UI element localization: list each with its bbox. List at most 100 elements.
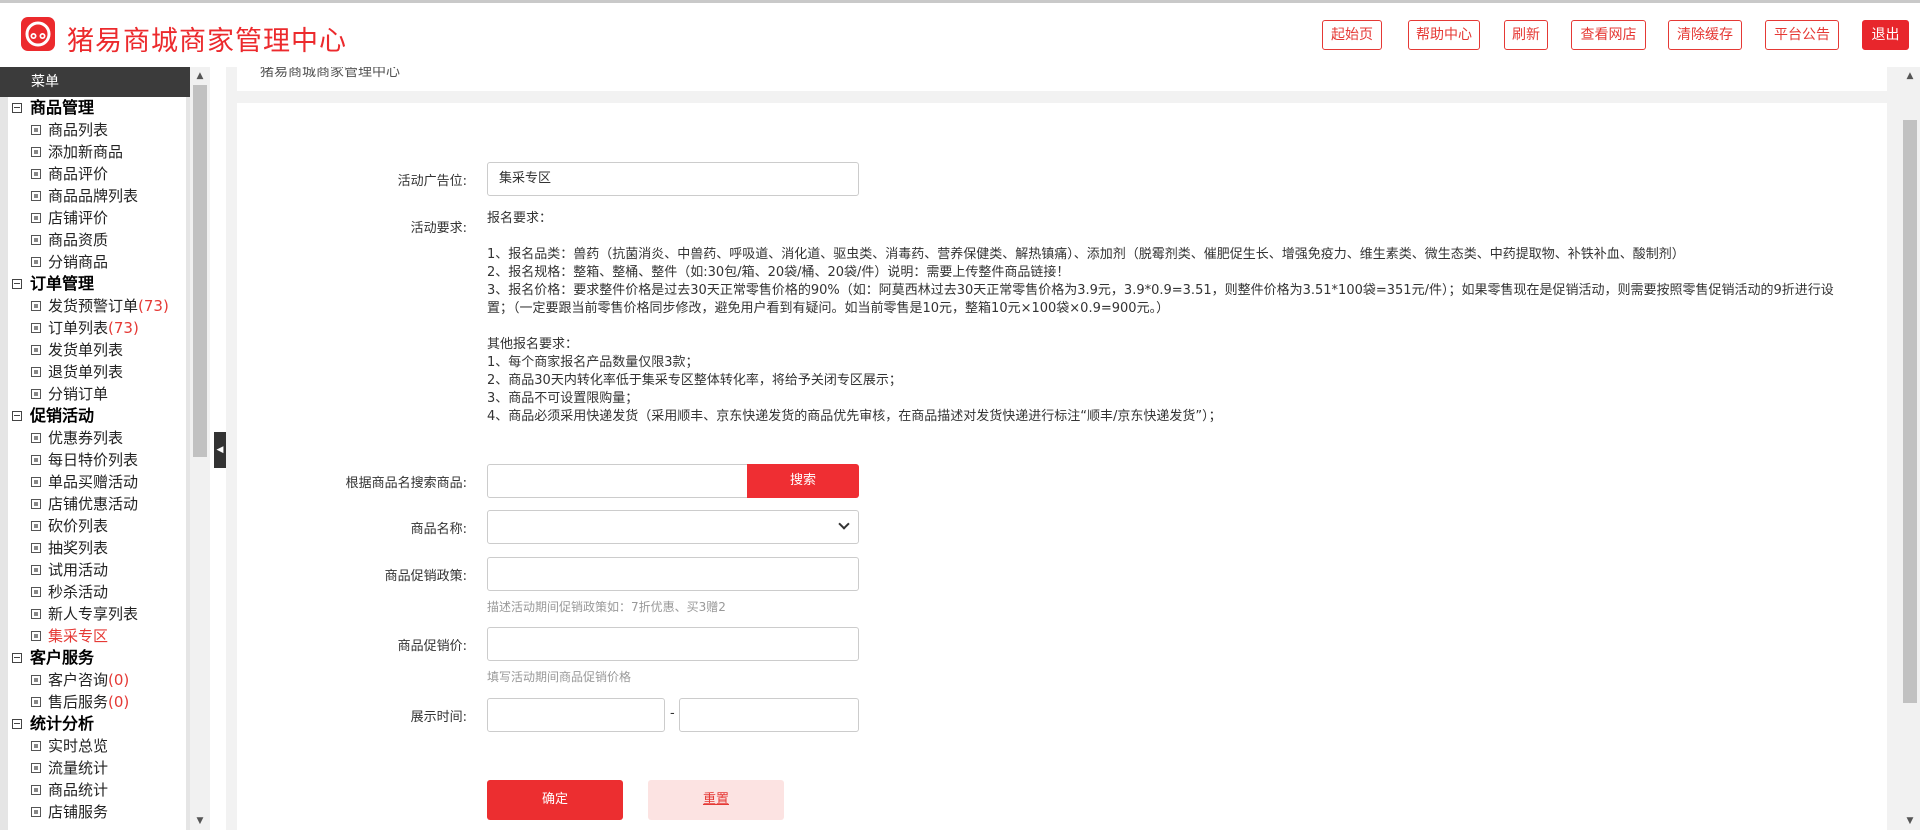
sidebar: 菜单 商品管理 商品列表 添加新商品 商品评价 商品品牌列表 店铺评价 商品资质… — [0, 67, 210, 830]
ad-slot-label: 活动广告位: — [397, 174, 467, 189]
product-search-input[interactable] — [487, 464, 749, 498]
scroll-down-icon[interactable]: ▼ — [190, 812, 210, 830]
promo-policy-input[interactable] — [487, 557, 859, 591]
collapse-box-icon[interactable] — [12, 719, 22, 729]
menu-item-daily-specials[interactable]: 每日特价列表 — [8, 449, 186, 471]
menu-item-lottery-list[interactable]: 抽奖列表 — [8, 537, 186, 559]
help-center-button[interactable]: 帮助中心 — [1408, 20, 1480, 50]
menu-item-shop-reviews[interactable]: 店铺评价 — [8, 207, 186, 229]
requirements-line: 4、商品必须采用快递发货（采用顺丰、京东快递发货的商品优先审核，在商品描述对发货… — [487, 409, 1222, 424]
scroll-down-icon[interactable]: ▼ — [1900, 812, 1920, 830]
menu-header: 菜单 — [0, 67, 190, 97]
collapse-sidebar-icon[interactable]: ◀ — [214, 432, 226, 468]
leaf-box-icon — [31, 565, 41, 575]
menu-item-product-qualification[interactable]: 商品资质 — [8, 229, 186, 251]
menu-item-buy-gift-activity[interactable]: 单品买赠活动 — [8, 471, 186, 493]
menu-item-after-sales[interactable]: 售后服务(0) — [8, 691, 186, 713]
menu-item-label: 商品列表 — [48, 121, 109, 139]
collapse-box-icon[interactable] — [12, 653, 22, 663]
leaf-box-icon — [31, 323, 41, 333]
menu-item-label: 商品资质 — [48, 231, 109, 249]
collapse-box-icon[interactable] — [12, 103, 22, 113]
leaf-box-icon — [31, 609, 41, 619]
menu-item-customer-inquiry[interactable]: 客户咨询(0) — [8, 669, 186, 691]
menu-item-shipping-list[interactable]: 发货单列表 — [8, 339, 186, 361]
breadcrumb-text: 猪易商城商家管理中心 — [260, 67, 400, 80]
menu-group-product[interactable]: 商品管理 — [8, 97, 186, 119]
reset-button[interactable]: 重置 — [648, 780, 784, 820]
leaf-box-icon — [31, 257, 41, 267]
leaf-box-icon — [31, 477, 41, 487]
leaf-box-icon — [31, 785, 41, 795]
scrollbar-thumb[interactable] — [193, 85, 207, 457]
leaf-box-icon — [31, 543, 41, 553]
menu-item-label: 商品品牌列表 — [48, 187, 139, 205]
menu-item-label: 每日特价列表 — [48, 451, 139, 469]
leaf-box-icon — [31, 697, 41, 707]
menu-item-product-reviews[interactable]: 商品评价 — [8, 163, 186, 185]
menu-item-group-purchase-zone[interactable]: 集采专区 — [8, 625, 186, 647]
scroll-up-icon[interactable]: ▲ — [1900, 67, 1920, 85]
menu-group-orders[interactable]: 订单管理 — [8, 273, 186, 295]
promo-price-hint: 填写活动期间商品促销价格 — [487, 670, 632, 684]
menu-item-coupon-list[interactable]: 优惠券列表 — [8, 427, 186, 449]
promo-price-input[interactable] — [487, 627, 859, 661]
menu-item-realtime-overview[interactable]: 实时总览 — [8, 735, 186, 757]
menu-item-label: 秒杀活动 — [48, 583, 109, 601]
menu-group-label: 订单管理 — [30, 274, 95, 293]
platform-notice-button[interactable]: 平台公告 — [1765, 20, 1839, 50]
display-time-end-input[interactable] — [679, 698, 859, 732]
menu-group-promotions[interactable]: 促销活动 — [8, 405, 186, 427]
clear-cache-button[interactable]: 清除缓存 — [1668, 20, 1742, 50]
main-scrollbar[interactable]: ▲ ▼ — [1900, 67, 1920, 830]
menu-item-trial-activity[interactable]: 试用活动 — [8, 559, 186, 581]
requirements-line: 报名要求： — [487, 211, 553, 226]
menu-item-flash-sale[interactable]: 秒杀活动 — [8, 581, 186, 603]
collapse-box-icon[interactable] — [12, 411, 22, 421]
menu-item-return-list[interactable]: 退货单列表 — [8, 361, 186, 383]
requirements-line: 3、报名价格：要求整件价格是过去30天正常零售价格的90%（如：阿莫西林过去30… — [487, 283, 1834, 298]
menu-item-label: 试用活动 — [48, 561, 109, 579]
scrollbar-thumb[interactable] — [1903, 120, 1917, 703]
home-button[interactable]: 起始页 — [1322, 20, 1382, 50]
menu-item-product-stats[interactable]: 商品统计 — [8, 779, 186, 801]
menu-item-label: 售后服务 — [48, 693, 109, 711]
menu-item-shop-service[interactable]: 店铺服务 — [8, 801, 186, 823]
menu-item-label: 订单列表 — [48, 319, 109, 337]
menu-item-label: 分销订单 — [48, 385, 109, 403]
product-name-select[interactable] — [487, 510, 859, 544]
menu-group-customer-service[interactable]: 客户服务 — [8, 647, 186, 669]
menu-item-order-list[interactable]: 订单列表(73) — [8, 317, 186, 339]
leaf-box-icon — [31, 741, 41, 751]
menu-item-label: 分销商品 — [48, 253, 109, 271]
menu-item-bargain-list[interactable]: 砍价列表 — [8, 515, 186, 537]
confirm-button[interactable]: 确定 — [487, 780, 623, 820]
menu-item-shop-discount-activity[interactable]: 店铺优惠活动 — [8, 493, 186, 515]
leaf-box-icon — [31, 433, 41, 443]
leaf-box-icon — [31, 675, 41, 685]
leaf-box-icon — [31, 213, 41, 223]
menu-item-newcomer-list[interactable]: 新人专享列表 — [8, 603, 186, 625]
menu-item-label: 新人专享列表 — [48, 605, 139, 623]
sidebar-scrollbar[interactable]: ▲ ▼ — [190, 67, 210, 830]
menu-item-product-list[interactable]: 商品列表 — [8, 119, 186, 141]
menu-item-shipping-alert-orders[interactable]: 发货预警订单(73) — [8, 295, 186, 317]
refresh-button[interactable]: 刷新 — [1504, 20, 1548, 50]
ad-slot-field[interactable]: 集采专区 — [487, 162, 859, 196]
leaf-box-icon — [31, 763, 41, 773]
leaf-box-icon — [31, 521, 41, 531]
menu-item-add-product[interactable]: 添加新商品 — [8, 141, 186, 163]
scroll-up-icon[interactable]: ▲ — [190, 67, 210, 85]
collapse-box-icon[interactable] — [12, 279, 22, 289]
menu-item-brand-list[interactable]: 商品品牌列表 — [8, 185, 186, 207]
menu-item-distribution-products[interactable]: 分销商品 — [8, 251, 186, 273]
menu-item-traffic-stats[interactable]: 流量统计 — [8, 757, 186, 779]
leaf-box-icon — [31, 191, 41, 201]
menu-group-statistics[interactable]: 统计分析 — [8, 713, 186, 735]
display-time-label: 展示时间: — [410, 710, 467, 725]
view-shop-button[interactable]: 查看网店 — [1571, 20, 1646, 50]
search-button[interactable]: 搜索 — [747, 464, 859, 498]
logout-button[interactable]: 退出 — [1862, 20, 1909, 50]
display-time-start-input[interactable] — [487, 698, 665, 732]
menu-item-distribution-orders[interactable]: 分销订单 — [8, 383, 186, 405]
